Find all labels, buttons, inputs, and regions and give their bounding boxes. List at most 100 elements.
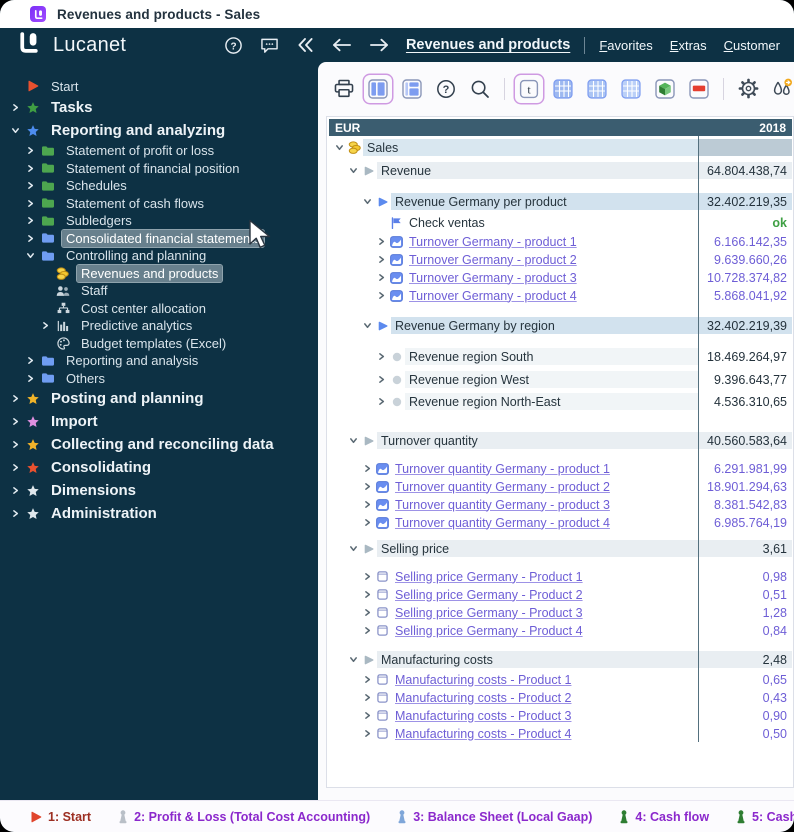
table-row-turnover-quantity-germany-product-1[interactable]: Turnover quantity Germany - product 16.2… — [329, 460, 792, 477]
sidebar-item-subledgers[interactable]: Subledgers — [0, 212, 318, 230]
chevron-right-icon[interactable] — [361, 572, 374, 581]
sidebar-item-reporting-and-analyzing[interactable]: Reporting and analyzing — [0, 119, 318, 142]
chevron-right-icon[interactable] — [361, 482, 374, 491]
sidebar-item-revenues-and-products[interactable]: Revenues and products — [0, 265, 318, 283]
table-row-selling-price[interactable]: Selling price3,61 — [329, 540, 792, 557]
row-value-2018[interactable]: 10.728.374,82 — [699, 269, 792, 286]
chevron-down-icon[interactable] — [347, 655, 360, 664]
table-row-check-ventas[interactable]: Check ventasok — [329, 214, 792, 231]
chevron-right-icon[interactable] — [8, 394, 23, 403]
table-row-revenue-region-north-east[interactable]: Revenue region North-East4.536.310,65 — [329, 393, 792, 410]
table-row-turnover-quantity-germany-product-2[interactable]: Turnover quantity Germany - product 218.… — [329, 478, 792, 495]
chevron-right-icon[interactable] — [23, 234, 38, 243]
search-button[interactable] — [466, 75, 494, 103]
chevron-right-icon[interactable] — [8, 440, 23, 449]
sidebar-item-consolidating[interactable]: Consolidating — [0, 456, 318, 479]
table-row-manufacturing-costs-product-3[interactable]: Manufacturing costs - Product 30,90 — [329, 707, 792, 724]
table-row-sales[interactable]: Sales — [329, 139, 792, 156]
chevron-down-icon[interactable] — [333, 143, 346, 152]
sidebar-item-budget-templates-excel[interactable]: Budget templates (Excel) — [0, 335, 318, 353]
chevron-down-icon[interactable] — [8, 126, 23, 135]
chevron-down-icon[interactable] — [347, 436, 360, 445]
table-row-revenue-region-west[interactable]: Revenue region West9.396.643,77 — [329, 371, 792, 388]
chevron-right-icon[interactable] — [23, 164, 38, 173]
help-button[interactable]: ? — [432, 75, 460, 103]
chevron-down-icon[interactable] — [347, 544, 360, 553]
table-row-manufacturing-costs[interactable]: Manufacturing costs2,48 — [329, 651, 792, 668]
chevron-right-icon[interactable] — [375, 375, 388, 384]
table-row-manufacturing-costs-product-4[interactable]: Manufacturing costs - Product 40,50 — [329, 725, 792, 742]
chevron-down-icon[interactable] — [361, 197, 374, 206]
chevron-right-icon[interactable] — [361, 626, 374, 635]
currency-column-header[interactable]: EUR — [329, 119, 699, 136]
table-row-turnover-germany-product-1[interactable]: Turnover Germany - product 16.166.142,35 — [329, 233, 792, 250]
table-row-revenue-germany-per-product[interactable]: Revenue Germany per product32.402.219,35 — [329, 193, 792, 210]
comment-icon[interactable] — [260, 37, 279, 54]
chevron-right-icon[interactable] — [361, 500, 374, 509]
table-row-turnover-germany-product-4[interactable]: Turnover Germany - product 45.868.041,92 — [329, 287, 792, 304]
cube-button[interactable] — [651, 75, 679, 103]
chevron-right-icon[interactable] — [361, 608, 374, 617]
sidebar-item-start[interactable]: Start — [0, 76, 318, 96]
chevron-right-icon[interactable] — [23, 374, 38, 383]
sidebar-item-tasks[interactable]: Tasks — [0, 96, 318, 119]
row-value-2018[interactable]: 0,50 — [699, 725, 792, 742]
chevron-right-icon[interactable] — [361, 729, 374, 738]
table-row-turnover-germany-product-3[interactable]: Turnover Germany - product 310.728.374,8… — [329, 269, 792, 286]
table-row-turnover-quantity[interactable]: Turnover quantity40.560.583,64 — [329, 432, 792, 449]
arrow-right-icon[interactable] — [369, 37, 390, 53]
layout-sidebar-button[interactable] — [364, 75, 392, 103]
layout-top-button[interactable] — [398, 75, 426, 103]
sidebar-item-schedules[interactable]: Schedules — [0, 177, 318, 195]
worksheet-tab-2-profit-loss-total-cost-accounting[interactable]: 2: Profit & Loss (Total Cost Accounting) — [118, 810, 370, 824]
worksheet-tab-3-balance-sheet-local-gaap[interactable]: 3: Balance Sheet (Local Gaap) — [397, 810, 592, 824]
worksheet-tab-5-cash-flow-direct[interactable]: 5: Cash flow (direct — [736, 810, 794, 824]
row-value-2018[interactable]: 1,28 — [699, 604, 792, 621]
row-value-2018[interactable]: 8.381.542,83 — [699, 496, 792, 513]
table-row-selling-price-germany-product-4[interactable]: Selling price Germany - Product 40,84 — [329, 622, 792, 639]
row-value-2018[interactable]: 18.901.294,63 — [699, 478, 792, 495]
table-row-selling-price-germany-product-1[interactable]: Selling price Germany - Product 10,98 — [329, 568, 792, 585]
row-value-2018[interactable]: 0,65 — [699, 671, 792, 688]
sidebar-item-reporting-and-analysis[interactable]: Reporting and analysis — [0, 352, 318, 370]
help-circle-icon[interactable]: ? — [224, 36, 243, 55]
worksheet-tab-4-cash-flow[interactable]: 4: Cash flow — [619, 810, 709, 824]
row-value-2018[interactable]: 0,90 — [699, 707, 792, 724]
row-value-2018[interactable]: 5.868.041,92 — [699, 287, 792, 304]
row-value-2018[interactable]: 0,51 — [699, 586, 792, 603]
sidebar-item-statement-of-financial-position[interactable]: Statement of financial position — [0, 160, 318, 178]
sidebar-item-staff[interactable]: Staff — [0, 282, 318, 300]
chevron-right-icon[interactable] — [361, 675, 374, 684]
chevron-right-icon[interactable] — [361, 693, 374, 702]
chevron-right-icon[interactable] — [361, 711, 374, 720]
chevron-right-icon[interactable] — [375, 273, 388, 282]
sidebar-item-posting-and-planning[interactable]: Posting and planning — [0, 387, 318, 410]
chevron-right-icon[interactable] — [23, 356, 38, 365]
row-value-2018[interactable]: 0,43 — [699, 689, 792, 706]
row-value-2018[interactable]: 9.639.660,26 — [699, 251, 792, 268]
chevron-right-icon[interactable] — [38, 321, 53, 330]
sidebar-item-dimensions[interactable]: Dimensions — [0, 479, 318, 502]
chevron-down-icon[interactable] — [347, 166, 360, 175]
table-row-selling-price-germany-product-2[interactable]: Selling price Germany - Product 20,51 — [329, 586, 792, 603]
table-row-turnover-quantity-germany-product-4[interactable]: Turnover quantity Germany - product 46.9… — [329, 514, 792, 531]
menu-item-extras[interactable]: Extras — [670, 38, 707, 53]
row-value-2018[interactable]: 0,84 — [699, 622, 792, 639]
row-value-2018[interactable]: 0,98 — [699, 568, 792, 585]
chevron-right-icon[interactable] — [375, 237, 388, 246]
sidebar-item-predictive-analytics[interactable]: Predictive analytics — [0, 317, 318, 335]
gear-button[interactable] — [734, 75, 762, 103]
chevron-right-icon[interactable] — [23, 199, 38, 208]
chevron-right-icon[interactable] — [8, 463, 23, 472]
sidebar-item-administration[interactable]: Administration — [0, 502, 318, 525]
nav-current-view[interactable]: Revenues and products — [406, 37, 570, 53]
chevron-down-icon[interactable] — [361, 321, 374, 330]
year-column-header[interactable]: 2018 — [699, 119, 792, 136]
printer-button[interactable] — [330, 75, 358, 103]
table-row-revenue[interactable]: Revenue64.804.438,74 — [329, 162, 792, 179]
table-row-manufacturing-costs-product-2[interactable]: Manufacturing costs - Product 20,43 — [329, 689, 792, 706]
row-value-2018[interactable]: 6.166.142,35 — [699, 233, 792, 250]
table-row-turnover-quantity-germany-product-3[interactable]: Turnover quantity Germany - product 38.3… — [329, 496, 792, 513]
sidebar-item-cost-center-allocation[interactable]: Cost center allocation — [0, 300, 318, 318]
chevron-down-icon[interactable] — [23, 251, 38, 260]
